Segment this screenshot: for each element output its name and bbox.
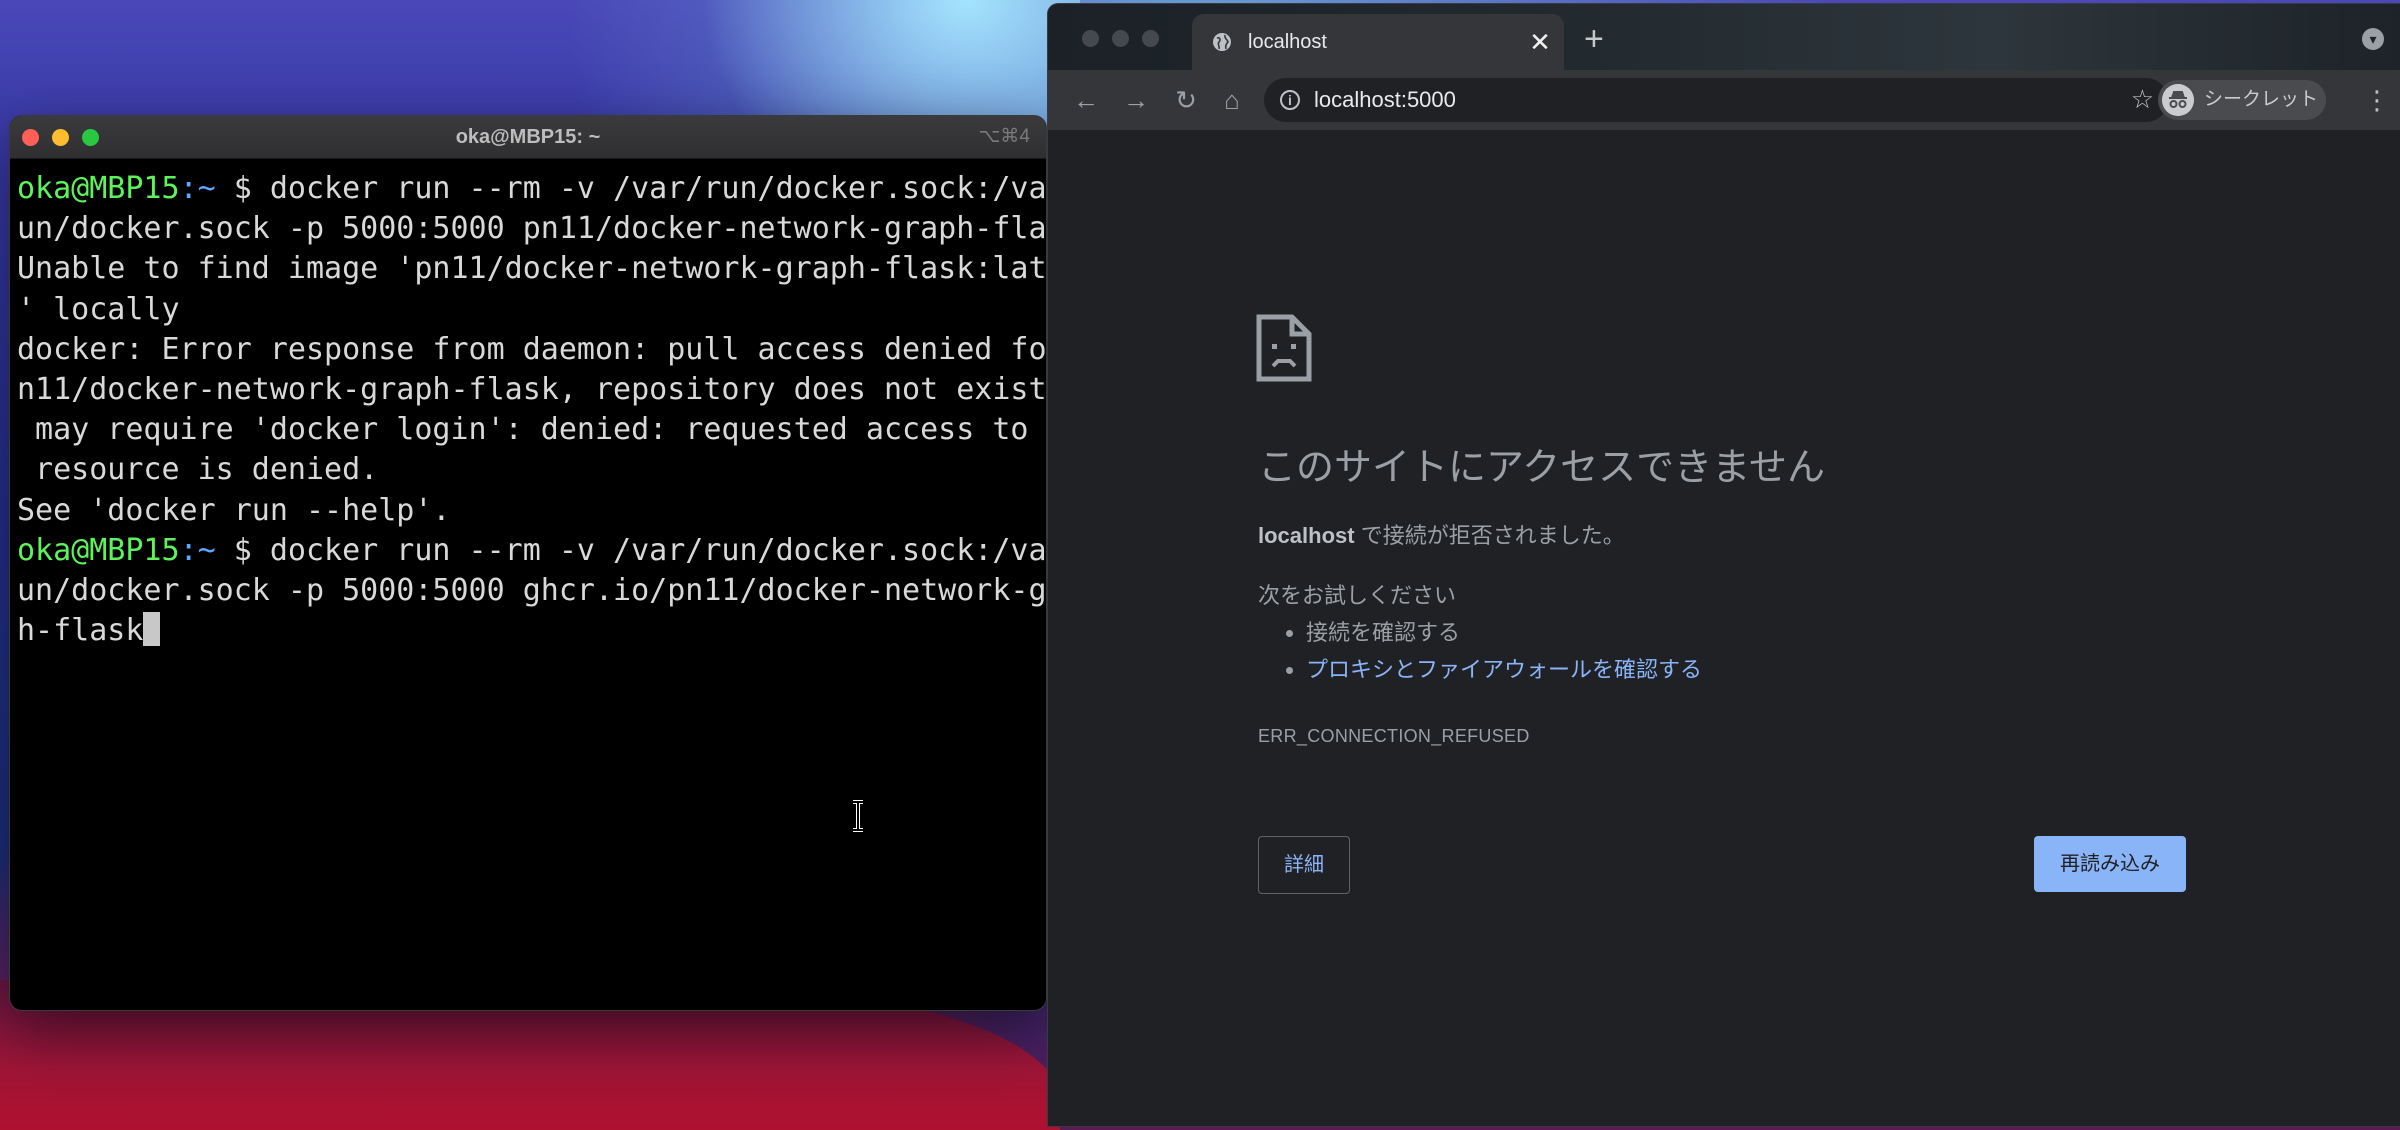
close-window-button[interactable] <box>1082 30 1099 47</box>
terminal-line: may require 'docker login': denied: requ… <box>17 412 1046 448</box>
terminal-line: ' locally <box>17 291 180 327</box>
prompt-user: oka@MBP15 <box>17 171 180 206</box>
minimize-window-button[interactable] <box>1112 30 1129 47</box>
url-text[interactable]: localhost:5000 <box>1314 78 1456 122</box>
terminal-shortcut: ⌥⌘4 <box>978 126 1030 147</box>
command-text: docker run --rm -v /var/run/docker.sock:… <box>269 171 1046 206</box>
terminal-window[interactable]: oka@MBP15: ~ ⌥⌘4 oka@MBP15:~ $ docker ru… <box>10 116 1046 1010</box>
address-bar[interactable]: i localhost:5000 ☆ <box>1264 78 2168 122</box>
terminal-line: oka@MBP15:~ $ docker run --rm -v /var/ru… <box>17 531 1046 571</box>
error-heading: このサイトにアクセスできません <box>1258 447 1825 489</box>
terminal-line: h-flask <box>17 611 1039 651</box>
prompt-path: :~ <box>179 532 216 568</box>
error-host: localhost <box>1258 523 1355 548</box>
suggestions-label: 次をお試しください <box>1258 583 1457 608</box>
terminal-line: n11/docker-network-graph-flask, reposito… <box>17 371 1046 407</box>
terminal-output[interactable]: oka@MBP15:~ $ docker run --rm -v /var/ru… <box>10 159 1046 661</box>
incognito-label: シークレット <box>2204 89 2319 110</box>
terminal-line: Unable to find image 'pn11/docker-networ… <box>17 251 1046 287</box>
incognito-profile-button[interactable]: シークレット <box>2158 80 2326 120</box>
home-icon[interactable]: ⌂ <box>1216 84 1248 116</box>
back-arrow-icon[interactable]: ← <box>1070 84 1102 116</box>
proxy-firewall-link[interactable]: プロキシとファイアウォールを確認する <box>1306 657 1702 682</box>
terminal-line: See 'docker run --help'. <box>17 492 451 528</box>
terminal-line: un/docker.sock -p 5000:5000 pn11/docker-… <box>17 211 1046 247</box>
error-summary-text: で接続が拒否されました。 <box>1354 523 1625 548</box>
terminal-line: un/docker.sock -p 5000:5000 ghcr.io/pn11… <box>17 572 1046 608</box>
terminal-line: docker: Error response from daemon: pull… <box>17 331 1046 367</box>
text-cursor <box>143 612 161 647</box>
terminal-title: oka@MBP15: ~ <box>455 126 601 148</box>
details-button[interactable]: 詳細 <box>1258 836 1350 894</box>
error-code: ERR_CONNECTION_REFUSED <box>1258 726 1530 746</box>
prompt-symbol: $ <box>215 171 270 206</box>
prompt-symbol: $ <box>215 532 270 568</box>
command-text: h-flask <box>17 613 144 649</box>
forward-arrow-icon[interactable]: → <box>1120 84 1152 116</box>
close-tab-icon[interactable]: ✕ <box>1526 28 1554 56</box>
tab-search-chevron-icon[interactable]: ▾ <box>2362 28 2384 50</box>
reload-icon[interactable]: ↻ <box>1170 84 1202 116</box>
suggestion-item: プロキシとファイアウォールを確認する <box>1306 651 1702 688</box>
prompt-path: :~ <box>179 171 216 206</box>
browser-toolbar: ← → ↻ ⌂ i localhost:5000 ☆ シークレット ⋮ <box>1048 70 2400 131</box>
browser-window[interactable]: localhost ✕ + ▾ ← → ↻ ⌂ i localhost:5000… <box>1048 4 2400 1126</box>
zoom-window-button[interactable] <box>1142 30 1159 47</box>
terminal-line: resource is denied. <box>17 452 379 488</box>
suggestion-item: 接続を確認する <box>1306 614 1702 651</box>
tab-strip[interactable]: localhost ✕ + ▾ <box>1048 4 2400 70</box>
error-summary: localhost で接続が拒否されました。 <box>1258 518 1625 550</box>
tab-title: localhost <box>1248 31 1327 53</box>
error-page: このサイトにアクセスできません localhost で接続が拒否されました。 次… <box>1048 130 2400 1126</box>
star-icon[interactable]: ☆ <box>2131 84 2154 115</box>
prompt-user: oka@MBP15 <box>17 532 180 568</box>
new-tab-button[interactable]: + <box>1584 22 1604 56</box>
incognito-icon <box>2162 84 2194 116</box>
command-text: docker run --rm -v /var/run/docker.sock:… <box>269 532 1046 568</box>
suggestions-list: 接続を確認する プロキシとファイアウォールを確認する <box>1282 614 1702 688</box>
info-icon[interactable]: i <box>1280 90 1300 110</box>
sad-document-icon <box>1256 314 1312 382</box>
ibeam-cursor-icon <box>853 800 863 832</box>
tab-localhost[interactable]: localhost ✕ <box>1192 14 1564 70</box>
globe-icon <box>1213 33 1231 51</box>
terminal-titlebar[interactable]: oka@MBP15: ~ ⌥⌘4 <box>10 116 1046 159</box>
terminal-line: oka@MBP15:~ $ docker run --rm -v /var/ru… <box>17 169 1046 209</box>
more-menu-icon[interactable]: ⋮ <box>2364 84 2390 116</box>
reload-button[interactable]: 再読み込み <box>2034 836 2186 892</box>
